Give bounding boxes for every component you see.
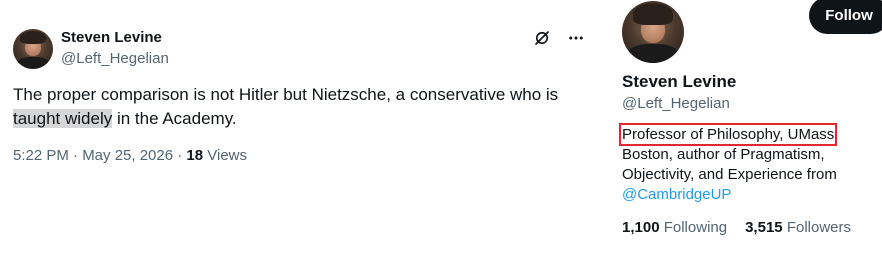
followers-label: Followers bbox=[786, 219, 851, 236]
more-icon[interactable] bbox=[566, 28, 586, 48]
bio-highlighted: Professor of Philosophy, UMass bbox=[618, 123, 838, 146]
profile-stats: 1,100 Following 3,515 Followers bbox=[622, 219, 851, 236]
following-label: Following bbox=[663, 219, 728, 236]
tweet-timestamp[interactable]: 5:22 PM · May 25, 2026 · bbox=[13, 147, 186, 164]
profile-avatar[interactable] bbox=[622, 1, 684, 63]
bio-line-3: Objectivity, and Experience from bbox=[622, 166, 837, 183]
bio-link[interactable]: @CambridgeUP bbox=[622, 186, 731, 203]
follow-button[interactable]: Follow bbox=[809, 0, 882, 34]
tweet-meta: 5:22 PM · May 25, 2026 · 18 Views bbox=[13, 147, 247, 164]
views-label: Views bbox=[203, 147, 248, 164]
tweet-actions bbox=[532, 28, 586, 48]
author-avatar[interactable] bbox=[13, 29, 53, 69]
grok-icon[interactable] bbox=[532, 28, 552, 48]
tweet-text-end: in the Academy. bbox=[112, 109, 237, 128]
following-count: 1,100 bbox=[622, 219, 660, 236]
profile-bio: Professor of Philosophy, UMass Boston, a… bbox=[618, 123, 862, 205]
following-stat[interactable]: 1,100 Following bbox=[622, 219, 727, 236]
bio-line-2: Boston, author of Pragmatism, bbox=[622, 146, 825, 163]
profile-name[interactable]: Steven Levine bbox=[622, 72, 736, 92]
author-name[interactable]: Steven Levine bbox=[61, 29, 162, 46]
profile-card: Follow Steven Levine @Left_Hegelian Prof… bbox=[600, 0, 882, 254]
views-count: 18 bbox=[186, 147, 204, 164]
followers-stat[interactable]: 3,515 Followers bbox=[745, 219, 851, 236]
author-handle[interactable]: @Left_Hegelian bbox=[61, 50, 169, 67]
profile-handle[interactable]: @Left_Hegelian bbox=[622, 95, 730, 112]
followers-count: 3,515 bbox=[745, 219, 783, 236]
tweet-text-highlight: taught widely bbox=[13, 109, 113, 128]
tweet: Steven Levine @Left_Hegelian The proper … bbox=[0, 0, 600, 254]
tweet-text: The proper comparison is not Hitler but … bbox=[13, 83, 588, 131]
tweet-text-start: The proper comparison is not Hitler but … bbox=[13, 85, 559, 104]
